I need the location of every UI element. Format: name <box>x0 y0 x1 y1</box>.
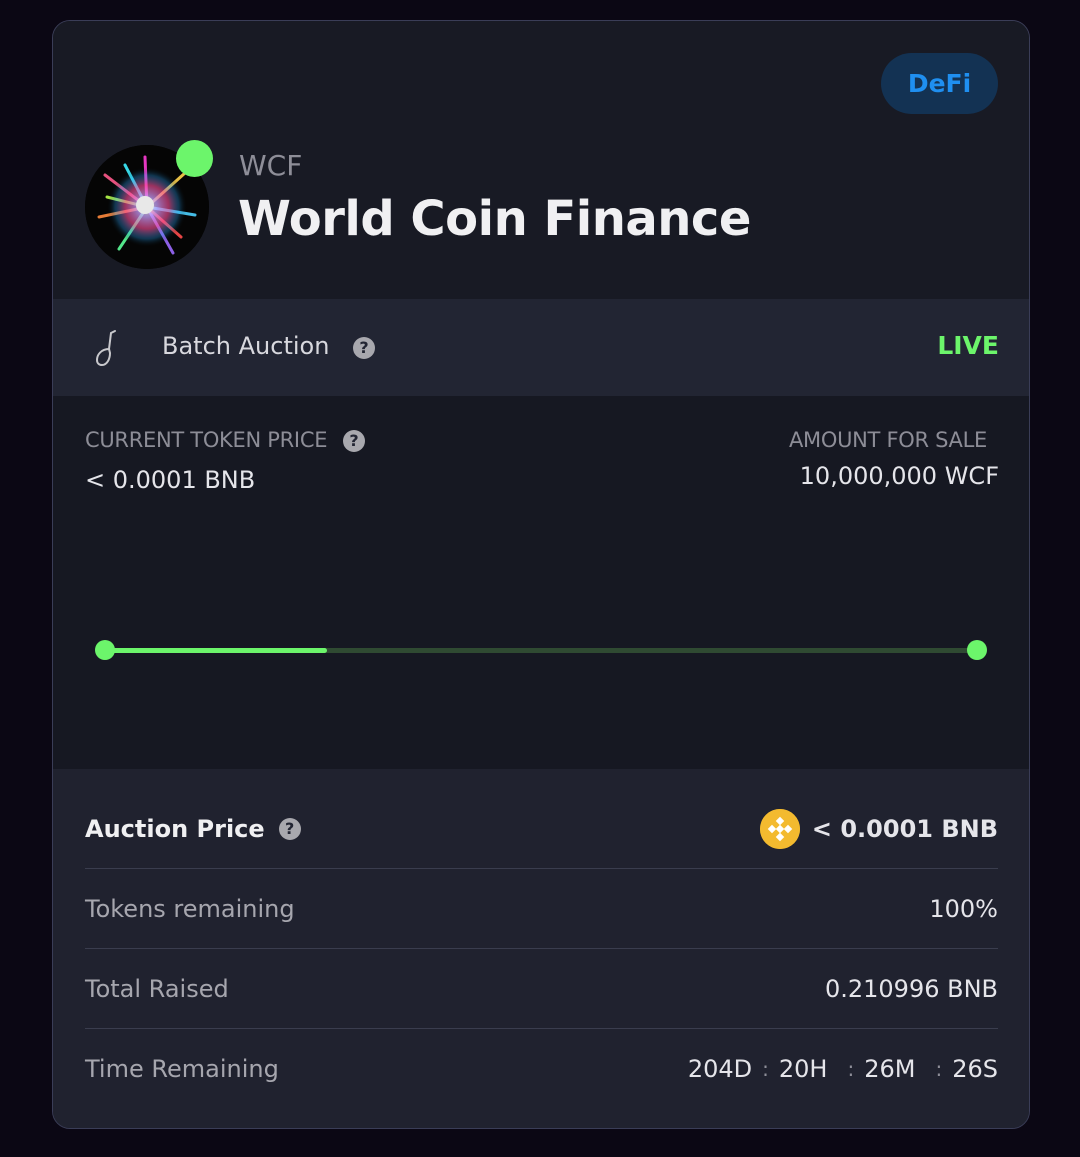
bnb-icon <box>759 808 800 849</box>
gavel-icon <box>91 329 123 367</box>
token-name: World Coin Finance <box>238 191 751 247</box>
price-panel: CURRENT TOKEN PRICE ? < 0.0001 BNB AMOUN… <box>53 396 1029 769</box>
auction-price-label: Auction Price <box>85 814 265 843</box>
auction-details: Auction Price ? < 0.0001 BNB Tokens rema… <box>53 769 1029 1128</box>
countdown-separator: : <box>762 1057 769 1081</box>
tokens-remaining-row: Tokens remaining 100% <box>85 869 998 949</box>
countdown-separator: : <box>935 1057 943 1081</box>
total-raised-label: Total Raised <box>85 974 229 1003</box>
help-icon[interactable]: ? <box>278 817 301 840</box>
tokens-remaining-label: Tokens remaining <box>85 894 295 923</box>
time-remaining-row: Time Remaining 204D : 20H : 26M : 26S <box>85 1029 998 1109</box>
amount-for-sale-value: 10,000,000 WCF <box>799 462 999 490</box>
auction-type-label: Batch Auction <box>162 332 330 360</box>
help-icon[interactable]: ? <box>343 430 365 452</box>
auction-price-value: < 0.0001 BNB <box>811 814 998 843</box>
category-badge[interactable]: DeFi <box>881 53 998 114</box>
countdown-separator: : <box>847 1057 855 1081</box>
auction-progress-fill <box>105 648 328 653</box>
countdown-minutes: 26M <box>864 1055 916 1083</box>
card-header: DeFi WCF World Coin Finance <box>53 21 1029 299</box>
total-raised-value: 0.210996 BNB <box>824 974 998 1003</box>
auction-card: DeFi WCF World Coin Finance Batch Auctio… <box>52 20 1030 1129</box>
tokens-remaining-value: 100% <box>929 894 998 923</box>
countdown-seconds: 26S <box>952 1055 998 1083</box>
countdown-days: 204D <box>687 1055 753 1083</box>
time-remaining-label: Time Remaining <box>85 1055 279 1083</box>
countdown: 204D : 20H : 26M : 26S <box>688 1055 998 1083</box>
help-icon[interactable]: ? <box>353 337 375 359</box>
progress-start-marker <box>95 640 115 660</box>
token-ticker: WCF <box>239 149 303 182</box>
amount-for-sale-label: AMOUNT FOR SALE <box>788 428 987 452</box>
progress-end-marker <box>967 640 987 660</box>
auction-type-bar: Batch Auction ? LIVE <box>53 299 1029 396</box>
auction-progress-track <box>105 648 977 653</box>
current-price-label: CURRENT TOKEN PRICE <box>85 428 328 452</box>
live-status-dot <box>176 140 213 177</box>
auction-status: LIVE <box>937 331 999 360</box>
countdown-hours: 20H <box>778 1055 828 1083</box>
auction-price-row: Auction Price ? < 0.0001 BNB <box>85 789 998 869</box>
auction-price-value-wrap: < 0.0001 BNB <box>759 808 998 849</box>
total-raised-row: Total Raised 0.210996 BNB <box>85 949 998 1029</box>
current-price-value: < 0.0001 BNB <box>85 466 256 494</box>
